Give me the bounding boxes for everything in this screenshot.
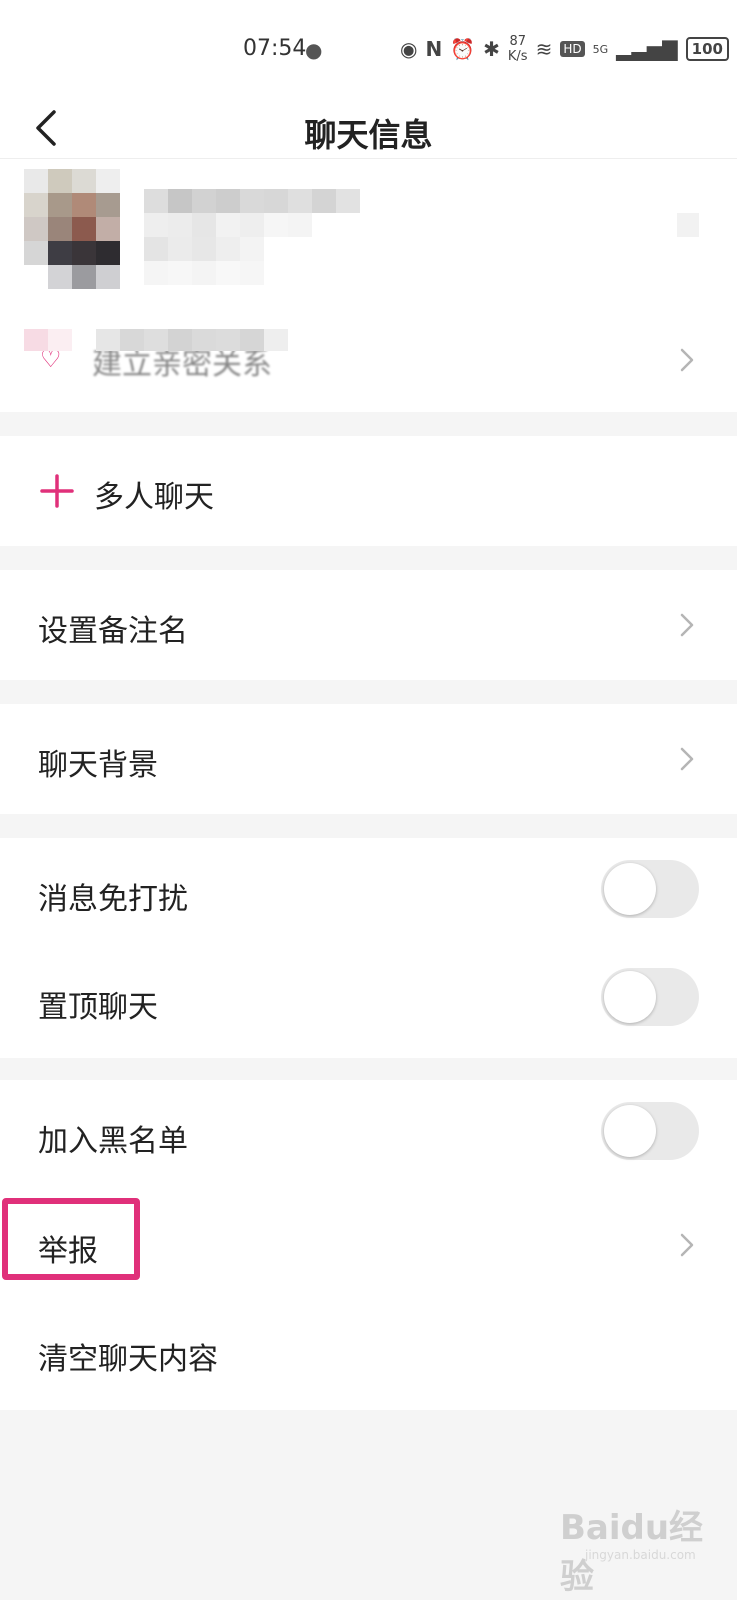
chat-background-label: 聊天背景 bbox=[38, 748, 158, 783]
intimacy-mosaic bbox=[24, 329, 288, 351]
network-speed: 87 K/s bbox=[508, 34, 528, 64]
clear-history-label: 清空聊天内容 bbox=[38, 1342, 218, 1377]
signal-icon: ▂▃▅▇ bbox=[616, 37, 678, 61]
pin-toggle[interactable] bbox=[601, 968, 699, 1026]
notification-section: 消息免打扰 置顶聊天 bbox=[0, 838, 737, 1058]
pin-label: 置顶聊天 bbox=[38, 990, 158, 1025]
eye-icon: ◉ bbox=[400, 37, 418, 61]
blacklist-label: 加入黑名单 bbox=[38, 1124, 188, 1159]
speed-unit: K/s bbox=[507, 49, 528, 64]
group-chat-section: 多人聊天 bbox=[0, 436, 737, 546]
dnd-label: 消息免打扰 bbox=[38, 882, 188, 917]
wifi-icon: ≋ bbox=[535, 37, 553, 61]
remark-row[interactable]: 设置备注名 bbox=[0, 570, 737, 680]
battery-icon: 100 bbox=[685, 37, 729, 61]
intimacy-row[interactable]: ♡ 建立亲密关系 bbox=[0, 309, 737, 412]
avatar[interactable] bbox=[24, 169, 120, 289]
blacklist-toggle[interactable] bbox=[601, 1102, 699, 1160]
profile-chevron-placeholder bbox=[677, 213, 699, 237]
chevron-right-icon bbox=[680, 348, 694, 372]
report-highlight-box bbox=[2, 1198, 140, 1280]
header: 聊天信息 bbox=[0, 100, 737, 159]
blacklist-row: 加入黑名单 bbox=[0, 1080, 737, 1190]
profile-name bbox=[144, 189, 360, 285]
status-icons: ◉ N ⏰ ✱ 87 K/s ≋ HD 5G ▂▃▅▇ 100 bbox=[400, 34, 729, 64]
remark-label: 设置备注名 bbox=[38, 614, 188, 649]
nfc-icon: N bbox=[425, 37, 443, 61]
bluetooth-icon: ✱ bbox=[483, 37, 500, 61]
page-title: 聊天信息 bbox=[304, 116, 433, 154]
group-chat-row[interactable]: 多人聊天 bbox=[0, 436, 737, 546]
status-time: 07:54 bbox=[243, 36, 307, 61]
dnd-toggle[interactable] bbox=[601, 860, 699, 918]
toggle-knob bbox=[604, 1105, 656, 1157]
network-type: 5G bbox=[592, 42, 609, 56]
chevron-right-icon bbox=[680, 747, 694, 771]
remark-section: 设置备注名 bbox=[0, 570, 737, 680]
watermark-url: jingyan.baidu.com bbox=[585, 1548, 696, 1562]
chevron-right-icon bbox=[680, 1233, 694, 1257]
chevron-right-icon bbox=[680, 613, 694, 637]
plus-icon bbox=[40, 474, 74, 508]
group-chat-label: 多人聊天 bbox=[94, 480, 214, 515]
dnd-row: 消息免打扰 bbox=[0, 838, 737, 948]
wechat-icon: ● bbox=[305, 38, 323, 62]
speed-value: 87 bbox=[509, 34, 526, 49]
alarm-icon: ⏰ bbox=[450, 37, 476, 61]
profile-section: ♡ 建立亲密关系 bbox=[0, 159, 737, 412]
hd-badge: HD bbox=[560, 41, 585, 57]
pin-row: 置顶聊天 bbox=[0, 948, 737, 1058]
background-section: 聊天背景 bbox=[0, 704, 737, 814]
chat-background-row[interactable]: 聊天背景 bbox=[0, 704, 737, 814]
clear-history-row[interactable]: 清空聊天内容 bbox=[0, 1300, 737, 1410]
status-bar: 07:54 ● ◉ N ⏰ ✱ 87 K/s ≋ HD 5G ▂▃▅▇ 100 bbox=[0, 0, 737, 100]
toggle-knob bbox=[604, 971, 656, 1023]
toggle-knob bbox=[604, 863, 656, 915]
